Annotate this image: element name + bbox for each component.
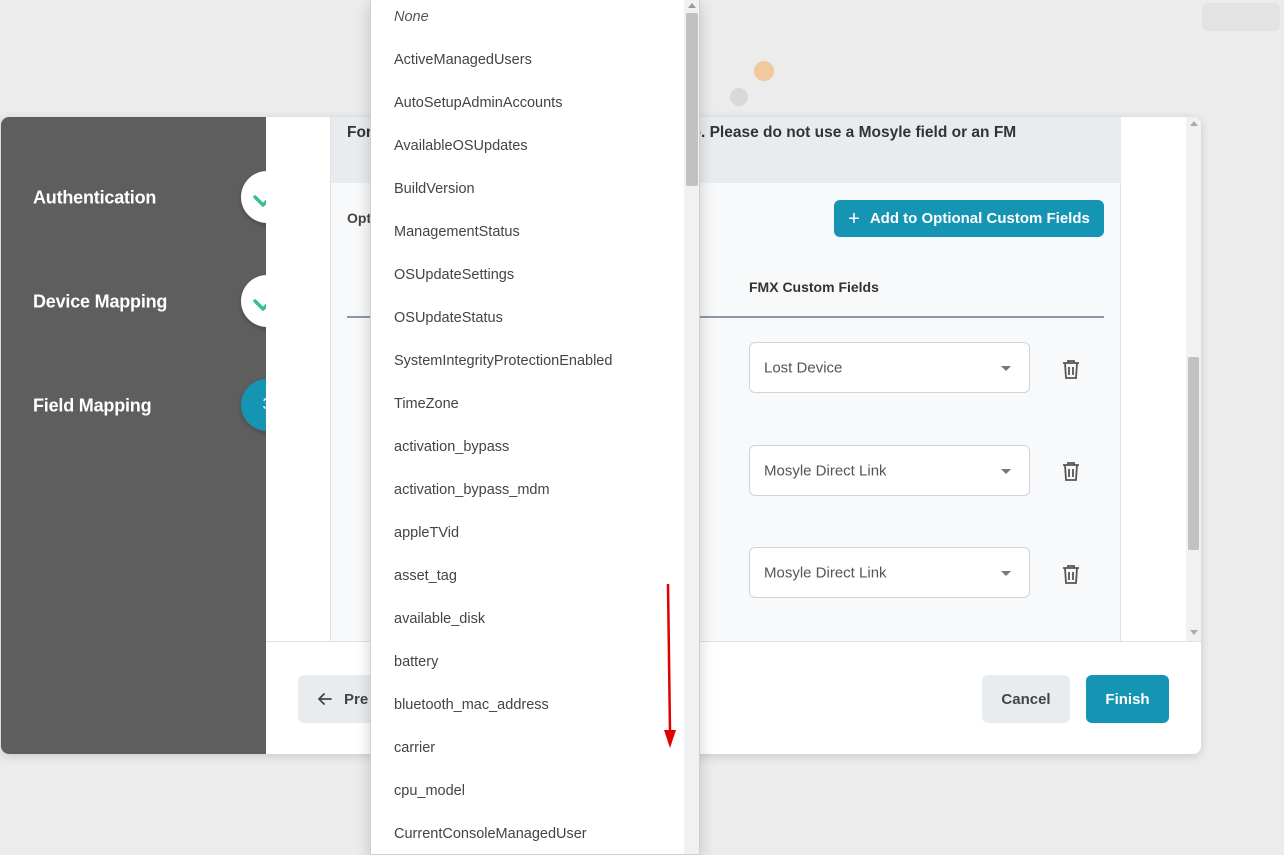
optional-fields-label: Opt xyxy=(347,210,372,226)
dropdown-option[interactable]: appleTVid xyxy=(371,516,684,559)
dropdown-option[interactable]: None xyxy=(371,0,684,43)
dropdown-options: None ActiveManagedUsers AutoSetupAdminAc… xyxy=(371,0,684,854)
fmx-field-select[interactable]: Mosyle Direct Link xyxy=(749,445,1030,496)
dropdown-option[interactable]: AvailableOSUpdates xyxy=(371,129,684,172)
trash-icon[interactable] xyxy=(1060,459,1082,483)
cancel-button[interactable]: Cancel xyxy=(982,675,1070,723)
background-button xyxy=(1202,3,1280,31)
dropdown-option[interactable]: available_disk xyxy=(371,602,684,645)
mosyle-field-dropdown[interactable]: None ActiveManagedUsers AutoSetupAdminAc… xyxy=(370,0,700,855)
dropdown-option[interactable]: OSUpdateStatus xyxy=(371,301,684,344)
select-value: Lost Device xyxy=(764,359,843,376)
dropdown-option[interactable]: activation_bypass_mdm xyxy=(371,473,684,516)
finish-button[interactable]: Finish xyxy=(1086,675,1169,723)
dropdown-option[interactable]: carrier xyxy=(371,731,684,774)
fmx-field-select[interactable]: Mosyle Direct Link xyxy=(749,547,1030,598)
dropdown-option[interactable]: TimeZone xyxy=(371,387,684,430)
trash-icon[interactable] xyxy=(1060,357,1082,381)
dropdown-option[interactable]: CurrentConsoleManagedUser xyxy=(371,817,684,854)
fmx-field-select[interactable]: Lost Device xyxy=(749,342,1030,393)
wizard-stepper: Authentication Device Mapping Field Mapp… xyxy=(1,117,293,754)
add-button-label: Add to Optional Custom Fields xyxy=(869,210,1090,227)
chevron-down-icon xyxy=(1001,469,1011,474)
dropdown-option[interactable]: cpu_model xyxy=(371,774,684,817)
trash-icon[interactable] xyxy=(1060,562,1082,586)
dropdown-option[interactable]: activation_bypass xyxy=(371,430,684,473)
dropdown-option[interactable]: ManagementStatus xyxy=(371,215,684,258)
arrow-left-icon xyxy=(318,693,332,705)
step-label: Device Mapping xyxy=(33,291,168,312)
plus-icon: + xyxy=(848,207,860,230)
step-label: Authentication xyxy=(33,187,157,208)
dropdown-option[interactable]: asset_tag xyxy=(371,559,684,602)
dropdown-option[interactable]: SystemIntegrityProtectionEnabled xyxy=(371,344,684,387)
select-value: Mosyle Direct Link xyxy=(764,564,887,581)
scroll-up-icon[interactable] xyxy=(688,3,696,8)
previous-label: Pre xyxy=(344,690,369,708)
select-value: Mosyle Direct Link xyxy=(764,462,887,479)
dropdown-option[interactable]: battery xyxy=(371,645,684,688)
background-status-dot xyxy=(754,61,774,81)
scroll-down-annotation-arrow-icon xyxy=(664,583,676,748)
step-field-mapping[interactable]: Field Mapping 3 xyxy=(1,379,293,433)
background-avatar xyxy=(730,88,748,106)
step-authentication[interactable]: Authentication xyxy=(1,171,293,225)
chevron-down-icon xyxy=(1001,571,1011,576)
scroll-down-icon[interactable] xyxy=(1190,630,1198,635)
dropdown-option[interactable]: bluetooth_mac_address xyxy=(371,688,684,731)
step-label: Field Mapping xyxy=(33,395,152,416)
dropdown-option[interactable]: BuildVersion xyxy=(371,172,684,215)
dropdown-option[interactable]: OSUpdateSettings xyxy=(371,258,684,301)
chevron-down-icon xyxy=(1001,366,1011,371)
step-device-mapping[interactable]: Device Mapping xyxy=(1,275,293,329)
add-optional-custom-field-button[interactable]: + Add to Optional Custom Fields xyxy=(834,200,1104,237)
content-scrollbar[interactable] xyxy=(1186,117,1201,641)
scrollbar-thumb[interactable] xyxy=(686,13,698,186)
scrollbar-thumb[interactable] xyxy=(1188,357,1199,550)
scroll-up-icon[interactable] xyxy=(1190,121,1198,126)
dropdown-option[interactable]: ActiveManagedUsers xyxy=(371,43,684,86)
dropdown-option[interactable]: AutoSetupAdminAccounts xyxy=(371,86,684,129)
dropdown-scrollbar[interactable] xyxy=(684,0,699,854)
fmx-custom-fields-header: FMX Custom Fields xyxy=(749,279,879,295)
